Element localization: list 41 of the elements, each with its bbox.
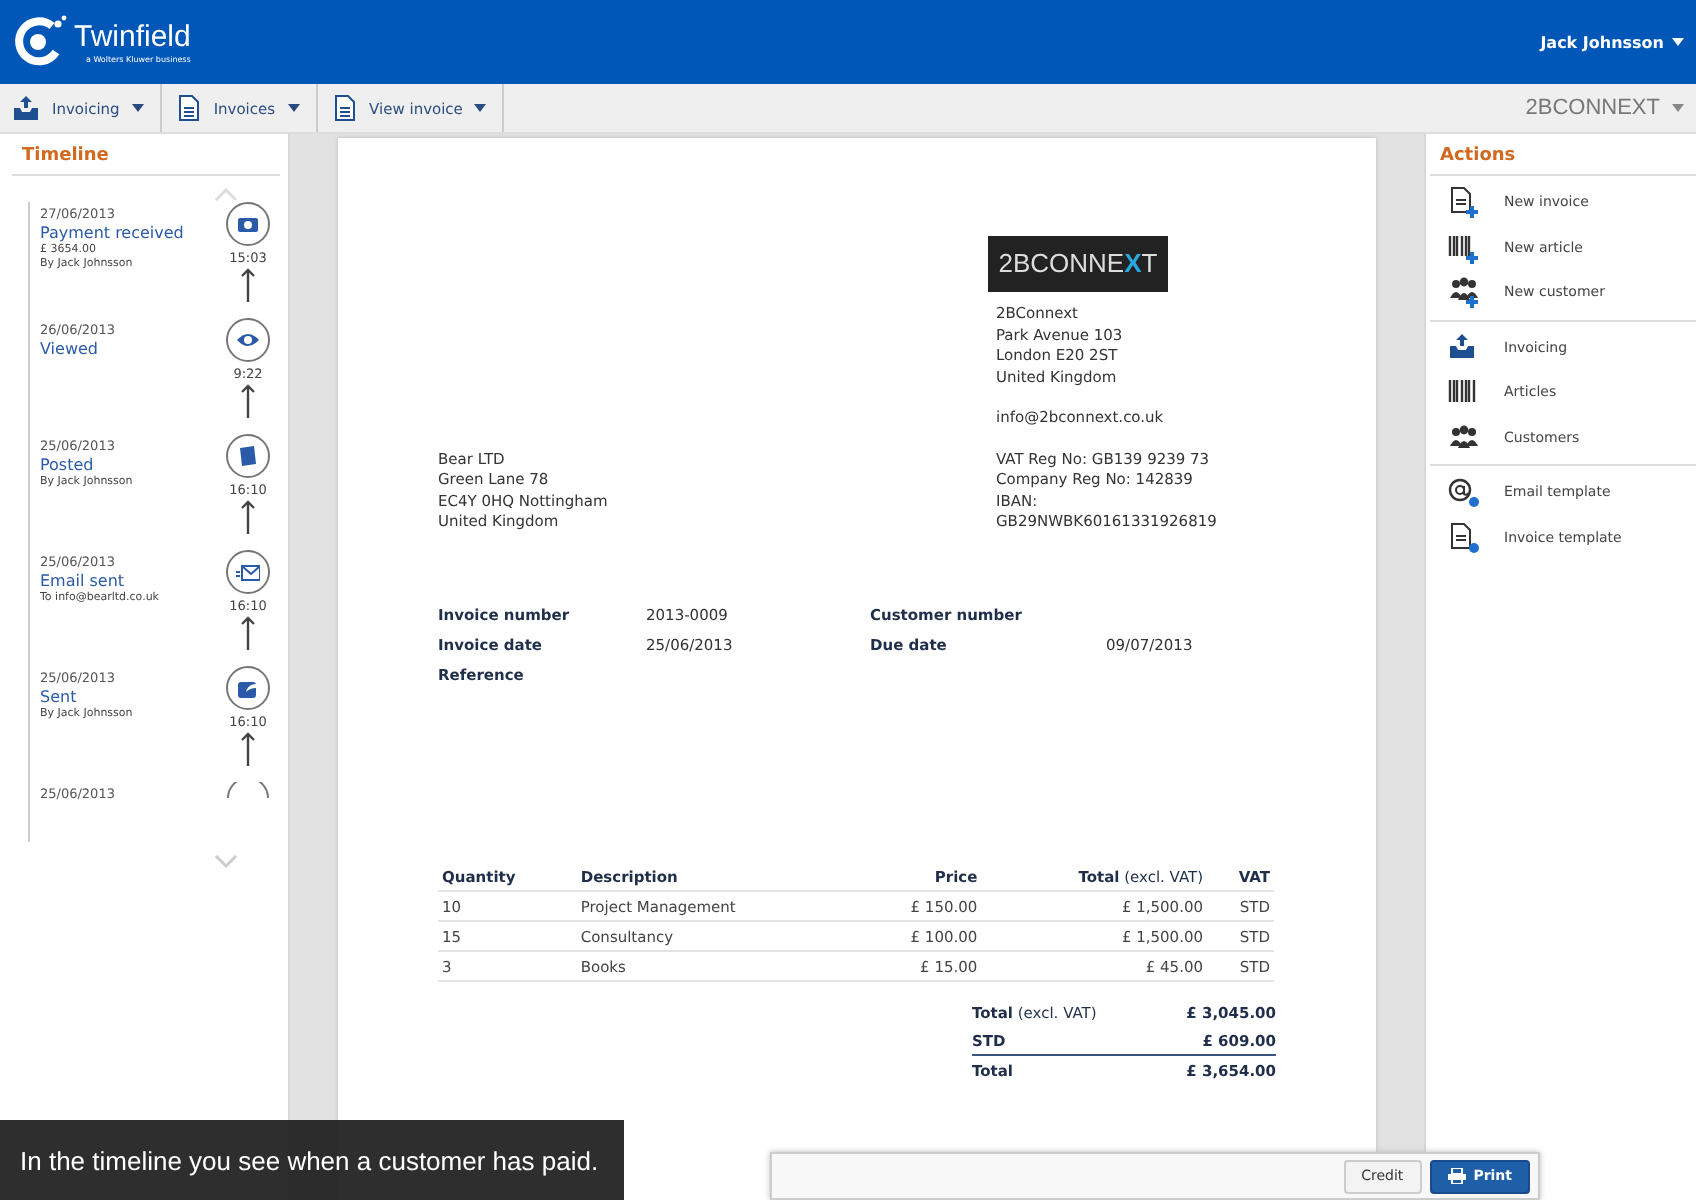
event-title-link[interactable]: Email sent [40, 572, 159, 590]
company-logo: 2BCONNEXT [988, 236, 1168, 292]
document-gear-icon [1448, 521, 1480, 554]
tray-upload-icon [1448, 331, 1480, 364]
barcode-plus-icon [1448, 231, 1480, 264]
caret-icon [1672, 104, 1684, 112]
panel-title: Timeline [12, 134, 280, 176]
printer-icon [1447, 1168, 1466, 1184]
eye-icon [236, 328, 260, 352]
connector-arrow [240, 498, 256, 534]
caret-icon [287, 104, 300, 112]
at-sign-gear-icon [1448, 476, 1480, 509]
event-title-link[interactable]: Viewed [40, 340, 115, 358]
tray-upload-icon [12, 94, 40, 122]
event-title-link[interactable]: Posted [40, 456, 133, 474]
company-selector[interactable]: 2BCONNEXT [1513, 94, 1696, 122]
connector-arrow [240, 614, 256, 650]
document-plus-icon [1448, 186, 1480, 219]
caret-icon [1672, 38, 1684, 46]
user-menu[interactable]: Jack Johnsson [1540, 33, 1684, 51]
brand-name: Twinfield [74, 20, 191, 54]
share-icon [236, 676, 260, 700]
scroll-up-icon [214, 188, 238, 202]
document-icon [329, 94, 358, 122]
connector-arrow [240, 382, 256, 418]
envelope-icon [236, 560, 260, 584]
caret-icon [131, 104, 144, 112]
banknote-icon [236, 212, 260, 236]
panel-title: Actions [1430, 134, 1696, 176]
caret-icon [474, 104, 487, 112]
logo-icon [12, 14, 68, 70]
connector-arrow [240, 266, 256, 302]
book-icon [236, 444, 260, 468]
people-plus-icon [1448, 276, 1480, 309]
document-icon [173, 94, 202, 122]
event-title-link[interactable]: Payment received [40, 224, 184, 242]
people-icon [1448, 421, 1480, 454]
scroll-down-icon [214, 854, 238, 868]
connector-arrow [240, 730, 256, 766]
caption-overlay: In the timeline you see when a customer has paid. [0, 1120, 624, 1200]
event-title-link[interactable]: Sent [40, 688, 133, 706]
